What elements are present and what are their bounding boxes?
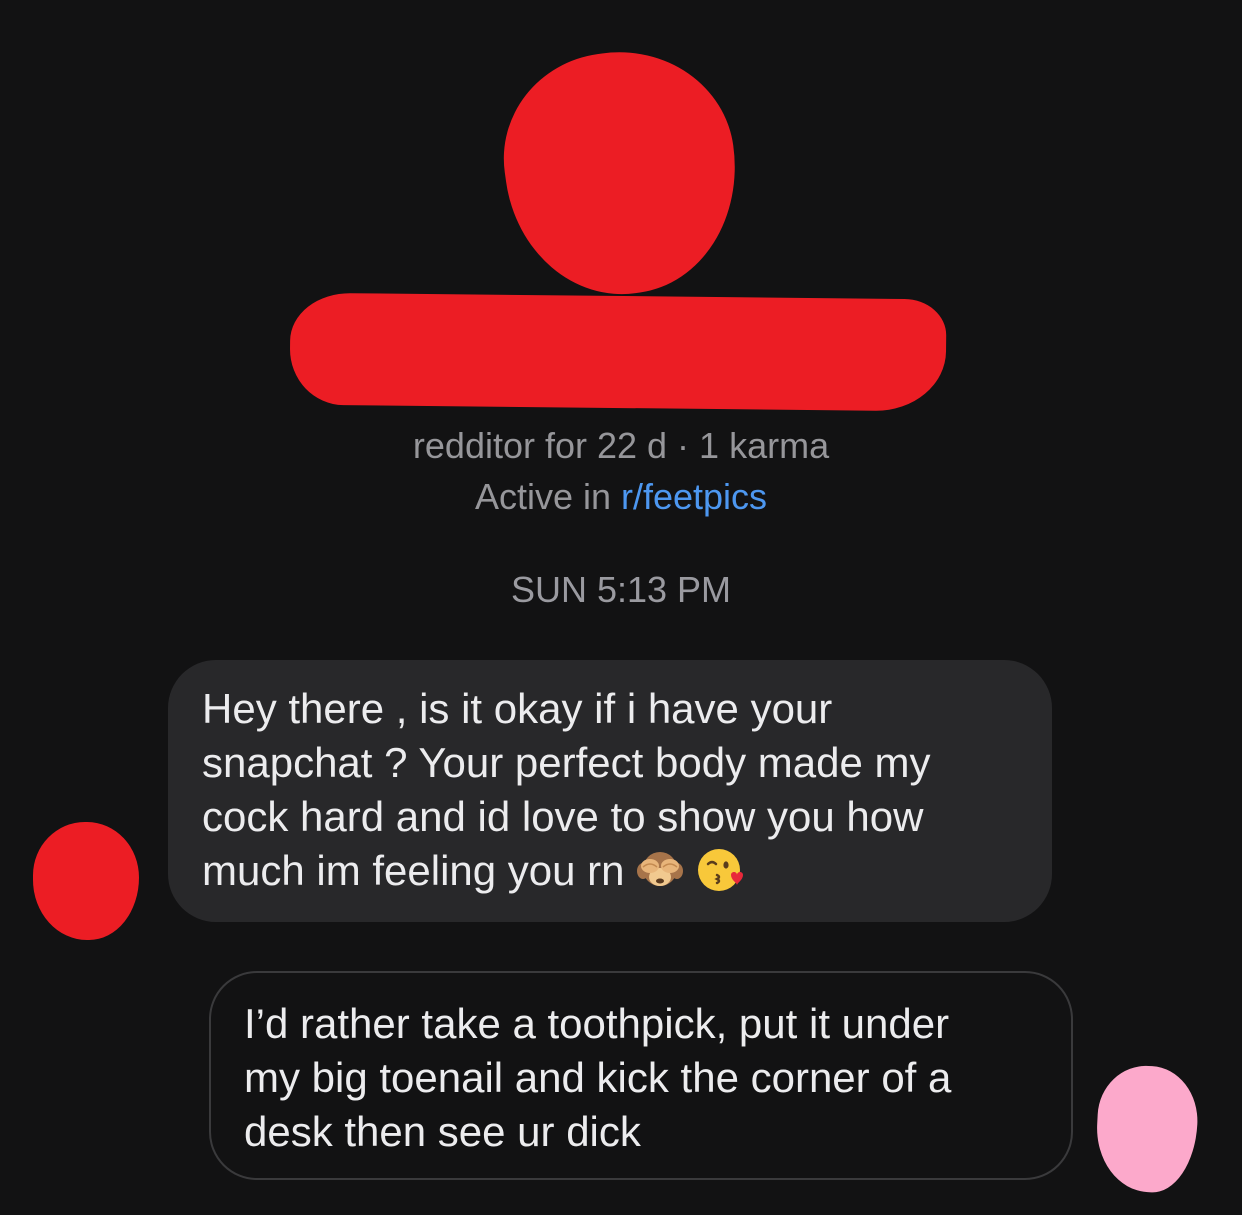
message-timestamp: SUN 5:13 PM <box>510 569 732 610</box>
outgoing-message-bubble[interactable]: I’d rather take a toothpick, put it unde… <box>209 971 1073 1180</box>
self-avatar-redacted[interactable] <box>1093 1063 1201 1195</box>
message-line: cock hard and id love to show you how <box>202 793 924 840</box>
face-blowing-kiss-icon <box>695 845 745 895</box>
message-line: much im feeling you rn <box>202 844 1018 898</box>
subreddit-link[interactable]: r/feetpics <box>621 476 767 517</box>
message-line: my big toenail and kick the corner of a <box>244 1054 952 1101</box>
message-line: I’d rather take a toothpick, put it unde… <box>244 1000 950 1047</box>
profile-meta-line: redditor for 22 d · 1 karma <box>0 424 1242 468</box>
see-no-evil-monkey-icon <box>635 845 685 895</box>
incoming-message-bubble[interactable]: Hey there , is it okay if i have your sn… <box>168 660 1052 922</box>
profile-avatar-redacted[interactable] <box>490 37 752 309</box>
message-line: snapchat ? Your perfect body made my <box>202 739 931 786</box>
sender-avatar-redacted[interactable] <box>33 822 139 940</box>
message-line: desk then see ur dick <box>244 1108 641 1155</box>
profile-username-redacted <box>289 292 947 412</box>
message-line-text: much im feeling you rn <box>202 847 625 894</box>
active-in-label: Active in <box>474 476 621 517</box>
message-line: Hey there , is it okay if i have your <box>202 685 833 732</box>
profile-active-line: Active in r/feetpics <box>0 475 1242 519</box>
account-age-karma: redditor for 22 d · 1 karma <box>412 425 830 466</box>
